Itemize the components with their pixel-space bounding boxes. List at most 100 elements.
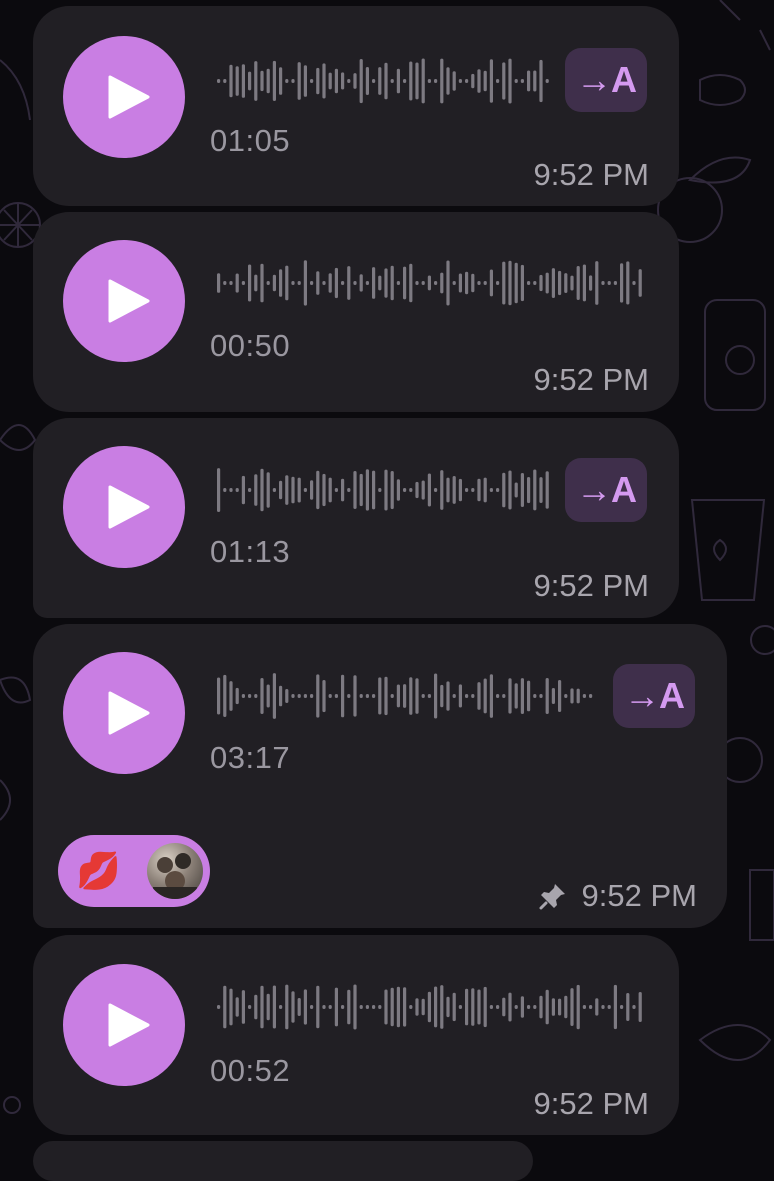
waveform-bar [570, 688, 574, 704]
play-icon [108, 485, 150, 529]
waveform-bar [316, 271, 320, 295]
waveform-bar [520, 79, 524, 83]
waveform-bar [266, 684, 270, 708]
waveform-bar [235, 488, 239, 492]
waveform-bar [396, 684, 400, 708]
waveform-bar [601, 281, 605, 285]
waveform-bar [229, 488, 233, 492]
waveform-bar [558, 998, 562, 1016]
waveform[interactable] [217, 980, 647, 1034]
voice-duration: 00:52 [210, 1053, 291, 1088]
waveform-bar [458, 273, 462, 293]
waveform-bar [638, 992, 642, 1022]
waveform-bar [514, 1005, 518, 1009]
waveform-bar [235, 273, 239, 293]
waveform-bar [582, 694, 586, 698]
waveform-bar [458, 478, 462, 502]
waveform-bar [217, 468, 221, 512]
waveform-bar [545, 989, 549, 1025]
waveform[interactable] [217, 463, 557, 517]
waveform-bar [483, 678, 487, 714]
waveform-bar [582, 264, 586, 302]
time-label: 9:52 PM [533, 362, 649, 397]
waveform-bar [533, 281, 537, 285]
waveform-bar [266, 472, 270, 508]
voice-message-bubble: 00:52 9:52 PM [33, 935, 679, 1135]
waveform-bar [378, 275, 382, 291]
waveform-bar [322, 281, 326, 285]
waveform-bar [279, 480, 283, 500]
reaction-chip[interactable]: 💋 [58, 835, 210, 907]
waveform-bar [390, 694, 394, 698]
waveform-bar [291, 476, 295, 504]
waveform-bar [248, 488, 252, 492]
waveform-bar [434, 281, 438, 285]
waveform-bar [415, 62, 419, 100]
waveform[interactable] [217, 54, 557, 108]
waveform-bar [316, 674, 320, 718]
waveform-bar [353, 73, 357, 89]
waveform-bar [328, 477, 332, 503]
waveform-bar [347, 989, 351, 1025]
reactor-avatar[interactable] [147, 843, 203, 899]
waveform-bar [508, 678, 512, 714]
waveform-bar [421, 694, 425, 698]
waveform-bar [427, 991, 431, 1023]
waveform-bar [347, 488, 351, 492]
waveform-bar [607, 1005, 611, 1009]
play-button[interactable] [63, 240, 185, 362]
waveform-bar [477, 989, 481, 1025]
waveform[interactable] [217, 669, 597, 723]
waveform-bar [527, 477, 531, 504]
waveform-bar [465, 488, 469, 492]
waveform-bar [477, 478, 481, 502]
time-label: 9:52 PM [533, 568, 649, 603]
waveform-bar [589, 1005, 593, 1009]
time-label: 9:52 PM [533, 1086, 649, 1121]
transcribe-button[interactable]: →A [565, 48, 647, 112]
waveform-bar [502, 997, 506, 1017]
play-button[interactable] [63, 652, 185, 774]
waveform-bar [545, 272, 549, 294]
waveform-bar [279, 1005, 283, 1009]
waveform-bar [303, 260, 307, 306]
play-button[interactable] [63, 446, 185, 568]
waveform-bar [272, 985, 276, 1029]
waveform-bar [334, 987, 338, 1027]
waveform-bar [334, 267, 338, 299]
waveform-bar [223, 985, 227, 1029]
transcribe-button[interactable]: →A [613, 664, 695, 728]
waveform-bar [248, 1005, 252, 1009]
waveform-bar [477, 682, 481, 710]
waveform-bar [260, 985, 264, 1029]
waveform-bar [446, 260, 450, 306]
waveform-bar [409, 677, 413, 715]
waveform-bar [322, 680, 326, 713]
waveform-bar [496, 1005, 500, 1009]
play-button[interactable] [63, 964, 185, 1086]
waveform-bar [489, 488, 493, 492]
waveform-bar [248, 694, 252, 698]
waveform-bar [514, 79, 518, 83]
waveform-bar [217, 79, 221, 83]
play-button[interactable] [63, 36, 185, 158]
waveform-bar [458, 684, 462, 708]
waveform-bar [415, 998, 419, 1016]
message-timestamp: 9:52 PM [538, 878, 697, 914]
waveform-bar [378, 488, 382, 492]
waveform-bar [576, 688, 580, 704]
waveform-bar [254, 274, 258, 292]
waveform-bar [235, 66, 239, 96]
play-icon [108, 1003, 150, 1047]
waveform-bar [533, 469, 537, 511]
waveform-bar [514, 683, 518, 709]
message-timestamp: 9:52 PM [534, 568, 649, 604]
waveform-bar [229, 64, 233, 98]
time-label: 9:52 PM [581, 878, 697, 913]
waveform-bar [508, 470, 512, 510]
waveform-bar [458, 79, 462, 83]
waveform-bar [353, 984, 357, 1030]
transcribe-button[interactable]: →A [565, 458, 647, 522]
waveform[interactable] [217, 256, 647, 310]
waveform-bar [285, 984, 289, 1030]
